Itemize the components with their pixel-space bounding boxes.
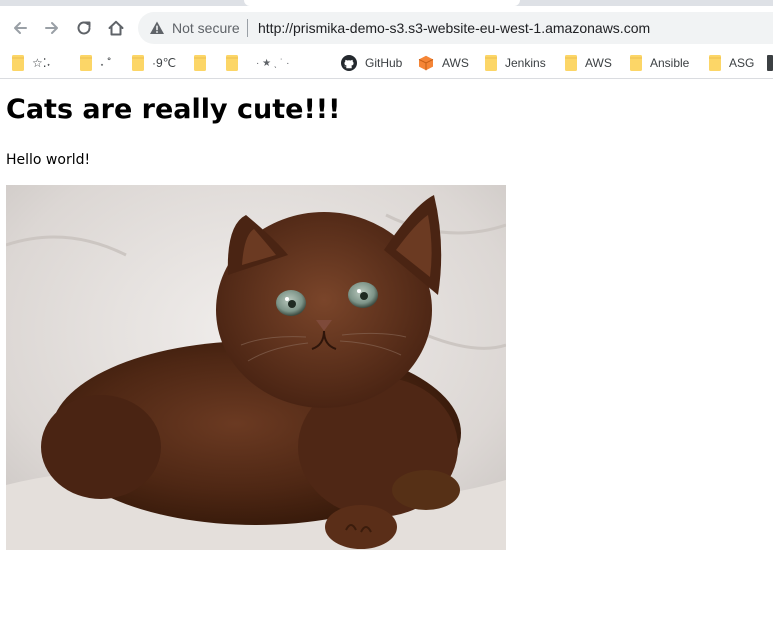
folder-icon (132, 55, 144, 71)
forward-arrow-icon (45, 22, 58, 34)
warning-icon[interactable] (149, 20, 165, 36)
bookmark-label: AWS (585, 56, 612, 70)
bookmark-label: ˖ ˚ (100, 56, 112, 70)
reload-button[interactable] (70, 14, 98, 42)
home-button[interactable] (102, 14, 130, 42)
bookmark-label: ·9℃ (152, 56, 177, 70)
folder-icon (630, 55, 642, 71)
bookmark-folder-1[interactable]: ☆⁚˖ (12, 54, 51, 72)
folder-icon (485, 55, 497, 71)
github-icon (341, 55, 357, 71)
browser-toolbar: Not secure http://prismika-demo-s3.s3-we… (0, 6, 773, 48)
bookmark-label: ☆⁚˖ (32, 56, 51, 70)
bookmark-label: ASG (729, 56, 755, 70)
reload-icon (77, 21, 91, 35)
back-button[interactable] (6, 14, 34, 42)
back-arrow-icon (14, 22, 27, 34)
folder-icon (709, 55, 721, 71)
forward-button[interactable] (38, 14, 66, 42)
omnibox-divider (247, 19, 248, 37)
kitten-illustration (6, 185, 506, 550)
security-status[interactable]: Not secure (172, 20, 240, 36)
page-heading: Cats are really cute!!! (6, 94, 341, 125)
bookmark-folder-asg[interactable]: ASG (709, 54, 754, 72)
bookmark-aws[interactable]: AWS (418, 54, 469, 72)
folder-icon (565, 55, 577, 71)
bookmark-folder-ansible[interactable]: Ansible (630, 54, 689, 72)
bookmark-folder-5[interactable]: · ★ ˎ ˙ · (226, 54, 289, 72)
cat-image (6, 185, 506, 550)
aws-cube-icon (418, 55, 434, 71)
bookmark-label: · ★ ˎ ˙ · (256, 57, 290, 69)
bookmark-github[interactable]: GitHub (341, 54, 402, 72)
bookmarks-bar: ☆⁚˖ ˖ ˚ ·9℃ · ★ ˎ ˙ · GitHub AWS Jenkins (0, 48, 773, 79)
bookmark-folder-jenkins[interactable]: Jenkins (485, 54, 546, 72)
folder-icon (194, 55, 206, 71)
home-icon (108, 20, 124, 36)
hello-paragraph: Hello world! (6, 152, 91, 168)
bookmark-folder-aws[interactable]: AWS (565, 54, 612, 72)
folder-icon (80, 55, 92, 71)
address-bar[interactable]: Not secure http://prismika-demo-s3.s3-we… (138, 12, 773, 44)
folder-icon (12, 55, 24, 71)
bookmark-folder-4[interactable] (194, 54, 214, 72)
bookmark-overflow[interactable] (767, 54, 773, 72)
folder-icon (226, 55, 238, 71)
bookmark-label: Jenkins (505, 56, 546, 70)
bookmark-label: GitHub (365, 56, 403, 70)
bookmark-label: Ansible (650, 56, 690, 70)
bookmark-folder-3[interactable]: ·9℃ (132, 54, 176, 72)
bookmark-label: AWS (442, 56, 469, 70)
bookmark-edge-icon (767, 55, 773, 71)
bookmark-folder-2[interactable]: ˖ ˚ (80, 54, 111, 72)
url-text[interactable]: http://prismika-demo-s3.s3-website-eu-we… (258, 20, 650, 36)
